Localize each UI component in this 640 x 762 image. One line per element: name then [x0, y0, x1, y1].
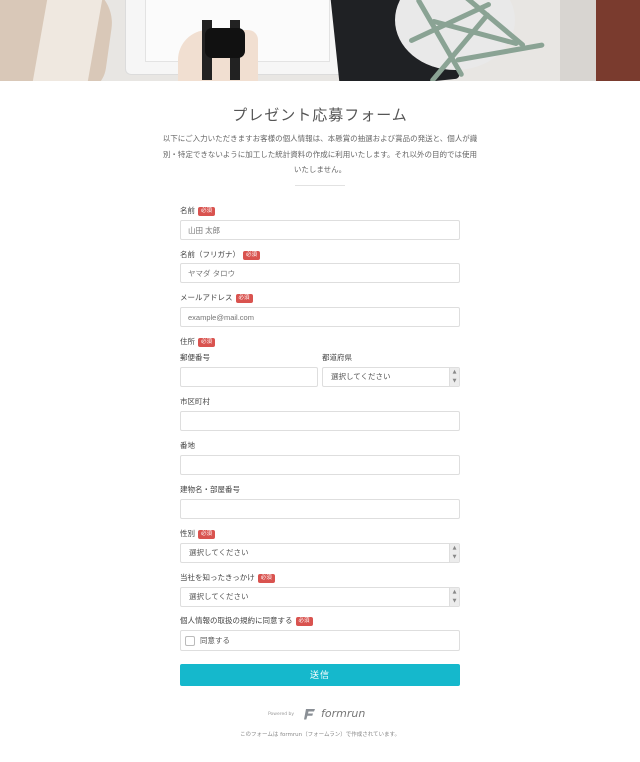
- divider: [295, 185, 345, 186]
- formrun-brand-name[interactable]: formrun: [321, 707, 365, 721]
- required-badge: 必須: [243, 251, 261, 260]
- footer-note: このフォームは formrun（フォームラン）で作成されています。: [240, 732, 400, 738]
- building-input[interactable]: [180, 499, 460, 519]
- hero-image: [0, 0, 640, 81]
- gender-select[interactable]: 選択してください ▲ ▼: [180, 543, 460, 563]
- required-badge: 必須: [235, 294, 253, 303]
- name-label: 名前 必須: [180, 206, 216, 216]
- required-badge: 必須: [198, 207, 216, 216]
- city-label: 市区町村: [180, 397, 210, 406]
- submit-button[interactable]: 送信: [180, 664, 460, 686]
- updown-arrow-icon: ▲ ▼: [449, 544, 459, 562]
- consent-checkbox[interactable]: [185, 636, 195, 646]
- updown-arrow-icon: ▲ ▼: [449, 368, 459, 386]
- prefecture-select[interactable]: 選択してください ▲ ▼: [322, 367, 460, 387]
- street-label: 番地: [180, 441, 195, 450]
- kana-label: 名前（フリガナ） 必須: [180, 250, 261, 260]
- referral-label: 当社を知ったきっかけ 必須: [180, 573, 275, 583]
- gender-label: 性別 必須: [180, 529, 216, 539]
- referral-select[interactable]: 選択してください ▲ ▼: [180, 587, 460, 607]
- consent-checkbox-label[interactable]: 同意する: [200, 636, 230, 646]
- name-input[interactable]: [180, 220, 460, 240]
- required-badge: 必須: [257, 574, 275, 583]
- street-input[interactable]: [180, 455, 460, 475]
- email-label: メールアドレス 必須: [180, 293, 253, 303]
- kana-input[interactable]: [180, 263, 460, 283]
- city-input[interactable]: [180, 411, 460, 431]
- address-label: 住所 必須: [180, 337, 216, 347]
- watch-illustration: [205, 28, 245, 58]
- required-badge: 必須: [295, 617, 313, 626]
- required-badge: 必須: [198, 338, 216, 347]
- page-title: プレゼント応募フォーム: [232, 106, 408, 124]
- page-description: 以下にご入力いただきますお客様の個人情報は、本懸賞の抽選および賞品の発送と、個人…: [162, 134, 478, 174]
- required-badge: 必須: [198, 530, 216, 539]
- updown-arrow-icon: ▲ ▼: [449, 588, 459, 606]
- consent-label: 個人情報の取扱の規約に同意する 必須: [180, 616, 313, 626]
- powered-by-text: Powered by: [268, 712, 295, 717]
- postal-code-input[interactable]: [180, 367, 318, 387]
- email-input[interactable]: [180, 307, 460, 327]
- prefecture-label: 都道府県: [322, 353, 352, 362]
- building-label: 建物名・部屋番号: [180, 485, 240, 494]
- formrun-logo-icon: [304, 709, 315, 720]
- postal-code-label: 郵便番号: [180, 353, 210, 362]
